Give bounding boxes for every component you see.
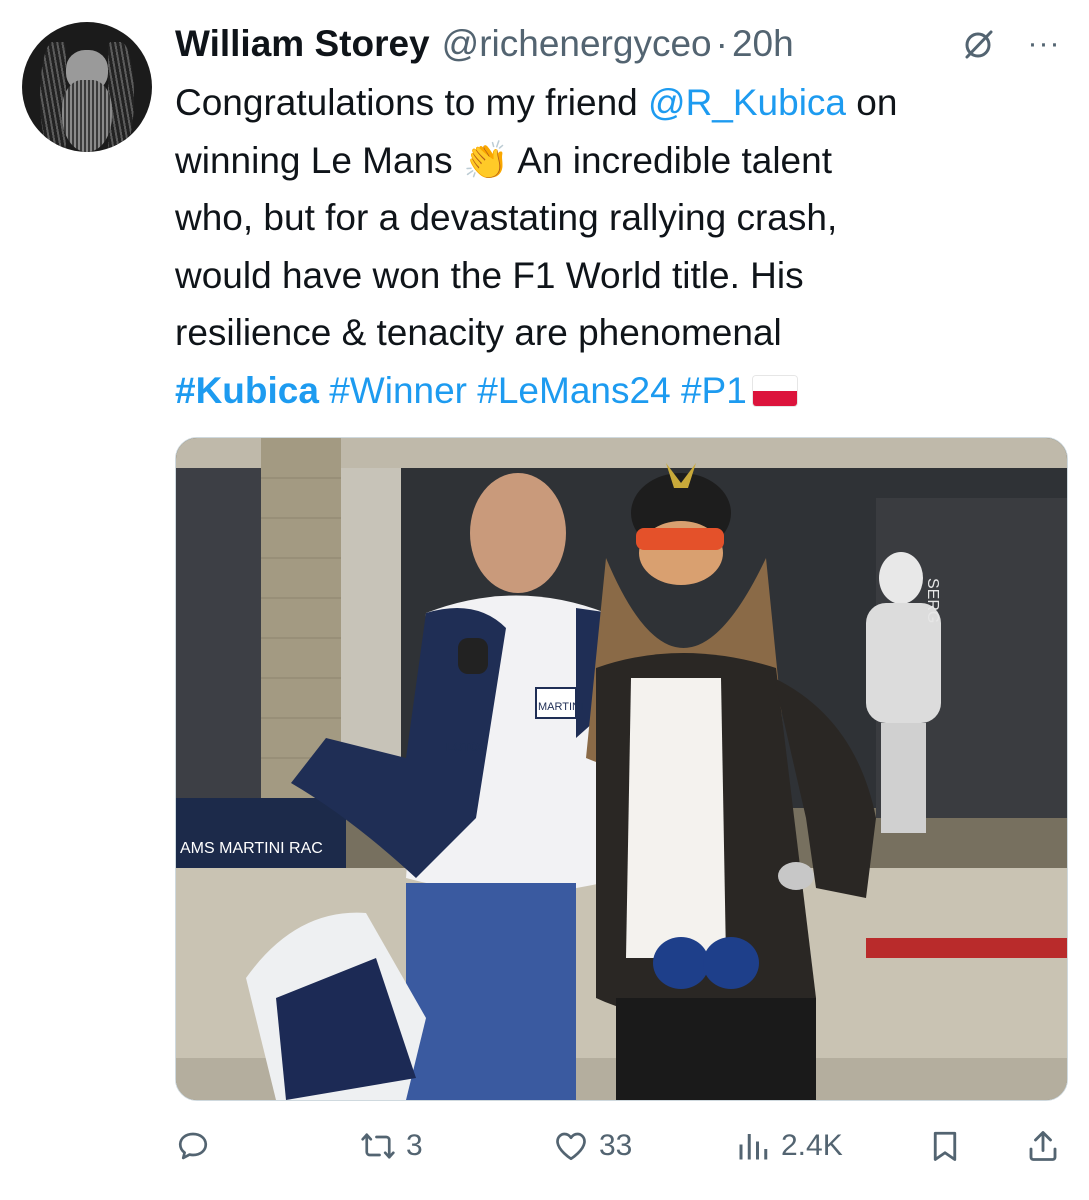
reply-icon [178, 1132, 208, 1160]
tweet-photo[interactable]: AMS MARTINI RAC SERG MARTINI LOTOS [175, 437, 1068, 1101]
svg-text:MARTINI: MARTINI [538, 701, 583, 713]
retweet-icon [361, 1133, 395, 1159]
bookmark-button[interactable] [927, 1118, 963, 1174]
clapping-hands-icon: 👏 [462, 138, 510, 182]
avatar-hair [40, 42, 66, 152]
author-handle[interactable]: @richenergyceo [442, 23, 712, 65]
separator-dot: · [715, 23, 728, 64]
avatar-hair [108, 42, 134, 152]
svg-text:AMS MARTINI RAC: AMS MARTINI RAC [180, 840, 323, 857]
tweet-text-segment: on [846, 82, 898, 123]
avatar[interactable] [22, 22, 152, 152]
reply-button[interactable] [175, 1118, 211, 1174]
tweet-text-segment: winning Le Mans [175, 139, 463, 181]
like-count: 33 [599, 1129, 633, 1162]
retweet-button[interactable]: 3 [360, 1118, 423, 1174]
action-bar: 3 33 2.4K [175, 1118, 1066, 1174]
tweet-header: William Storey @richenergyceo · 20h [175, 18, 1075, 70]
tweet-timestamp[interactable]: 20h [732, 23, 794, 65]
tweet-text-segment: Congratulations to my friend [175, 82, 649, 123]
svg-text:LOTOS: LOTOS [446, 740, 487, 754]
tweet-line: Congratulations to my friend @R_Kubica o… [175, 74, 1065, 132]
mention-link[interactable]: @R_Kubica [648, 82, 846, 123]
svg-text:SERG: SERG [924, 578, 941, 623]
grok-icon[interactable] [958, 24, 998, 64]
avatar-beard [62, 80, 112, 152]
more-icon[interactable]: ··· [1022, 24, 1066, 64]
tweet-line: resilience & tenacity are phenomenal [175, 312, 782, 353]
hashtag-link[interactable]: #LeMans24 [477, 370, 670, 411]
hashtag-link[interactable]: #P1 [681, 370, 747, 411]
tweet-line: winning Le Mans 👏 An incredible talent [175, 132, 1065, 190]
tweet-line: who, but for a devastating rallying cras… [175, 197, 838, 238]
share-icon [1029, 1131, 1057, 1161]
tweet-line: would have won the F1 World title. His [175, 254, 804, 296]
tweet-text: Congratulations to my friend @R_Kubica o… [175, 74, 1065, 419]
tweet-text-segment: An incredible talent [509, 139, 832, 181]
views-count: 2.4K [781, 1129, 843, 1162]
retweet-count: 3 [406, 1129, 423, 1162]
poland-flag-icon [752, 375, 797, 406]
like-button[interactable]: 33 [553, 1118, 632, 1174]
views-button[interactable]: 2.4K [735, 1118, 843, 1174]
heart-icon [556, 1132, 586, 1161]
hashtag-link[interactable]: #Winner [329, 370, 467, 411]
views-icon [739, 1134, 768, 1160]
bookmark-icon [933, 1131, 957, 1161]
hashtag-link[interactable]: #Kubica [175, 370, 319, 411]
hashtag-line: #Kubica #Winner #LeMans24 #P1 [175, 362, 1065, 420]
photo-illustration: AMS MARTINI RAC SERG MARTINI LOTOS [176, 438, 1067, 1100]
share-button[interactable] [1025, 1118, 1061, 1174]
author-name[interactable]: William Storey [175, 23, 430, 65]
